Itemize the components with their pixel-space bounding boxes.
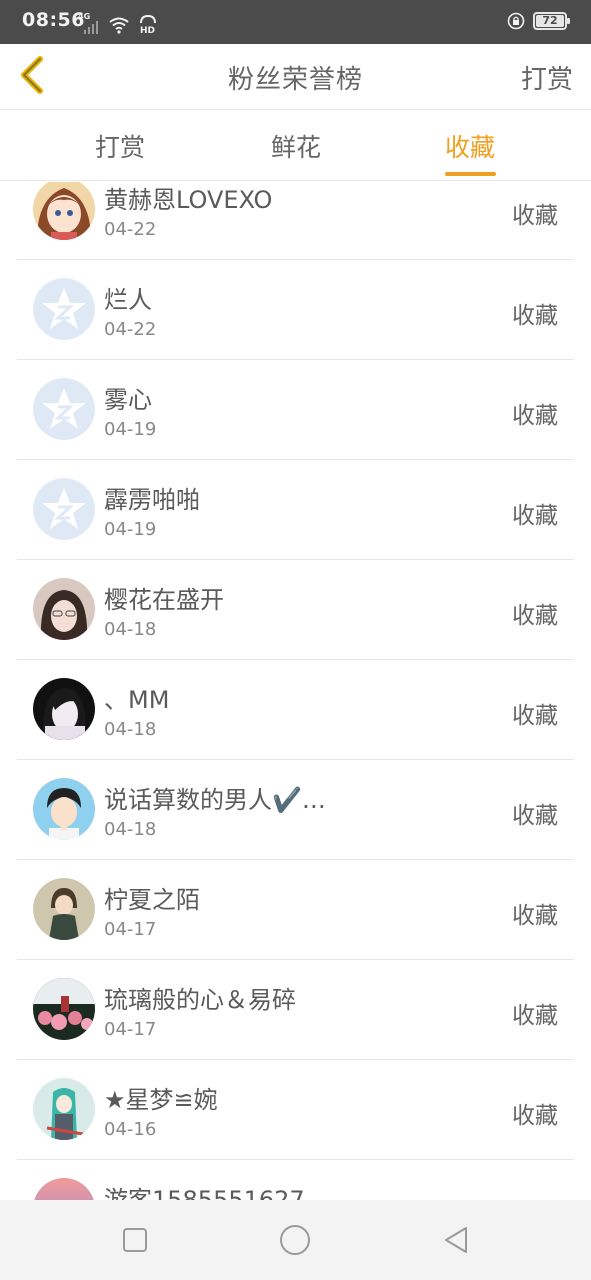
photo-avatar xyxy=(33,578,95,640)
list-item[interactable]: 雾心 04-19 收藏 xyxy=(17,360,574,460)
hd-icon: HD xyxy=(138,14,158,34)
fan-name: 霹雳啪啪 xyxy=(104,486,200,514)
favorite-label: 收藏 xyxy=(512,703,558,729)
fan-date: 04-19 xyxy=(104,519,157,540)
status-bar: 08:56 4G HD 72 xyxy=(0,0,591,44)
signal-icon: 4G xyxy=(78,12,100,34)
status-icons: 4G HD xyxy=(78,12,158,34)
circle-icon xyxy=(279,1224,311,1260)
list-item[interactable]: 樱花在盛开 04-18 收藏 xyxy=(17,560,574,660)
list-item[interactable]: 、MM 04-18 收藏 xyxy=(17,660,574,760)
list-item[interactable]: 黄赫恩LOVEXO 04-22 收藏 xyxy=(17,182,574,260)
list-item[interactable]: 琉璃般的心＆易碎 04-17 收藏 xyxy=(17,960,574,1060)
tab-bar: 打赏 鲜花 收藏 xyxy=(0,111,591,181)
favorite-label: 收藏 xyxy=(512,203,558,229)
fan-date: 04-16 xyxy=(104,1119,157,1140)
fan-name: 、MM xyxy=(104,686,170,714)
favorite-label: 收藏 xyxy=(512,603,558,629)
fan-date: 04-17 xyxy=(104,1019,157,1040)
default-avatar xyxy=(33,378,95,440)
battery-icon: 72 xyxy=(533,12,570,30)
favorite-label: 收藏 xyxy=(512,1003,558,1029)
fan-date: 04-17 xyxy=(104,919,157,940)
list-item[interactable]: 游客1585551627 收藏 xyxy=(17,1160,574,1200)
favorite-label: 收藏 xyxy=(512,1103,558,1129)
fan-list[interactable]: 黄赫恩LOVEXO 04-22 收藏 烂人 04-22 收藏 雾心 04-19 … xyxy=(0,182,591,1200)
wifi-icon xyxy=(108,16,130,34)
fan-name: 柠夏之陌 xyxy=(104,886,200,914)
fan-date: 04-22 xyxy=(104,219,157,240)
favorite-label: 收藏 xyxy=(512,903,558,929)
list-item[interactable]: 柠夏之陌 04-17 收藏 xyxy=(17,860,574,960)
favorite-label: 收藏 xyxy=(512,303,558,329)
default-avatar xyxy=(33,278,95,340)
fan-name: 雾心 xyxy=(104,386,152,414)
tab-active-indicator xyxy=(445,172,496,176)
page-title: 粉丝荣誉榜 xyxy=(227,65,363,95)
tab-flowers[interactable]: 鲜花 xyxy=(246,111,346,181)
favorite-label: 收藏 xyxy=(512,503,558,529)
status-right: 72 xyxy=(507,12,570,30)
fan-date: 04-18 xyxy=(104,719,157,740)
system-nav-bar xyxy=(0,1200,591,1280)
sunset-avatar xyxy=(33,1178,95,1200)
photo-avatar xyxy=(33,878,95,940)
system-back-button[interactable] xyxy=(436,1222,476,1262)
fan-name: ★星梦≌婉 xyxy=(104,1086,218,1114)
fan-date: 04-18 xyxy=(104,819,157,840)
fan-date: 04-22 xyxy=(104,319,157,340)
favorite-label: 收藏 xyxy=(512,403,558,429)
fan-name: 琉璃般的心＆易碎 xyxy=(104,986,296,1014)
recent-apps-button[interactable] xyxy=(115,1222,155,1262)
fan-name: 说话算数的男人✔️… xyxy=(104,786,326,814)
tab-reward[interactable]: 打赏 xyxy=(70,111,170,181)
fan-name: 烂人 xyxy=(104,286,152,314)
photo-avatar xyxy=(33,978,95,1040)
rotation-lock-icon xyxy=(507,12,525,30)
fan-name: 游客1585551627 xyxy=(104,1186,305,1200)
fan-date: 04-19 xyxy=(104,419,157,440)
default-avatar xyxy=(33,478,95,540)
list-item[interactable]: ★星梦≌婉 04-16 收藏 xyxy=(17,1060,574,1160)
list-item[interactable]: 霹雳啪啪 04-19 收藏 xyxy=(17,460,574,560)
reward-button[interactable]: 打赏 xyxy=(521,59,573,96)
photo-avatar xyxy=(33,678,95,740)
status-time: 08:56 xyxy=(22,9,85,31)
tab-favorites[interactable]: 收藏 xyxy=(420,111,520,181)
home-button[interactable] xyxy=(275,1222,315,1262)
anime-avatar xyxy=(33,1078,95,1140)
header: 粉丝荣誉榜 打赏 xyxy=(0,44,591,110)
list-item[interactable]: 烂人 04-22 收藏 xyxy=(17,260,574,360)
svg-text:HD: HD xyxy=(140,26,155,34)
anime-girl-avatar xyxy=(33,182,95,240)
fan-name: 樱花在盛开 xyxy=(104,586,224,614)
fan-date: 04-18 xyxy=(104,619,157,640)
fan-name: 黄赫恩LOVEXO xyxy=(104,186,273,214)
favorite-label: 收藏 xyxy=(512,803,558,829)
square-icon xyxy=(122,1227,148,1257)
cartoon-avatar xyxy=(33,778,95,840)
triangle-back-icon xyxy=(442,1225,470,1259)
list-item[interactable]: 说话算数的男人✔️… 04-18 收藏 xyxy=(17,760,574,860)
